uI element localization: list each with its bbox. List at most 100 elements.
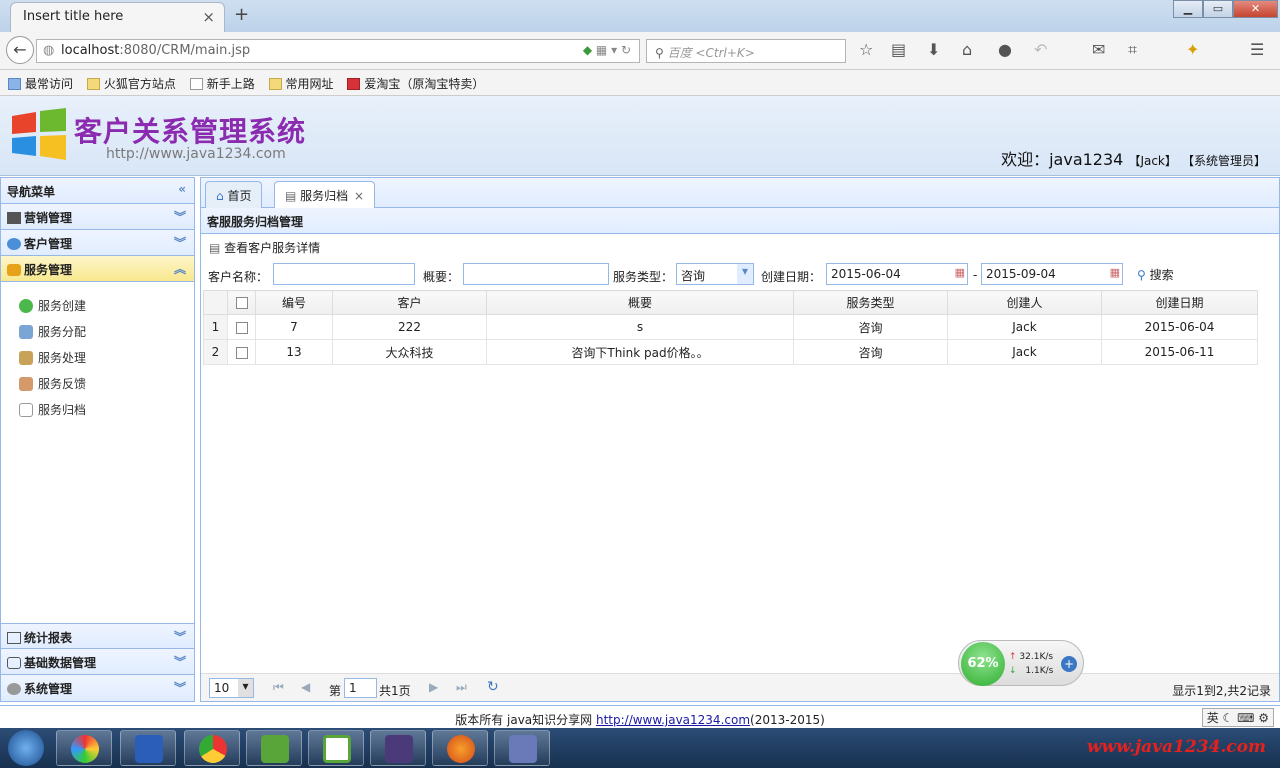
row-checkbox[interactable] <box>235 346 248 359</box>
last-page-icon[interactable]: ⏭ <box>456 680 467 695</box>
col-summary[interactable]: 概要 <box>486 290 794 315</box>
home-icon[interactable]: ⌂ <box>962 40 972 59</box>
download-icon[interactable]: ⬇ <box>927 40 940 59</box>
row-checkbox[interactable] <box>235 321 248 334</box>
sidebar-item-service-assign[interactable]: 服务分配 <box>1 318 194 344</box>
col-creator[interactable]: 创建人 <box>947 290 1102 315</box>
table-row[interactable]: 2 13 大众科技 咨询下Think pad价格。。 咨询 Jack 2015-… <box>203 339 1258 365</box>
camtasia-icon <box>323 735 351 763</box>
star-icon[interactable]: ☆ <box>859 40 873 59</box>
col-id[interactable]: 编号 <box>255 290 333 315</box>
upload-arrow-icon: ↑ <box>1009 652 1017 662</box>
search-button[interactable]: ⚲ 搜索 <box>1137 266 1174 283</box>
taskbar-app-other[interactable] <box>494 730 550 766</box>
plus-icon[interactable]: + <box>1061 656 1077 672</box>
sidebar-group-marketing[interactable]: 营销管理 ︾ <box>1 204 194 230</box>
window-close-button[interactable]: ✕ <box>1233 0 1278 18</box>
sidebar-group-basic-data[interactable]: 基础数据管理 ︾ <box>1 649 194 675</box>
summary-label: 概要： <box>423 270 460 284</box>
refresh-icon[interactable]: ↻ <box>487 679 499 695</box>
archive-icon: ▤ <box>285 189 297 203</box>
prev-page-icon[interactable]: ◀ <box>301 680 310 694</box>
pagination-bar: 10 ▾ ⏮ ◀ 第 1 共1页 ▶ ⏭ ↻ 显示1到2,共2记录 <box>201 673 1279 701</box>
app-url: http://www.java1234.com <box>106 146 286 162</box>
back-arrow-icon[interactable]: ← <box>6 36 34 64</box>
taskbar-app-chrome[interactable] <box>184 730 240 766</box>
taskbar-app-camtasia-2[interactable] <box>308 730 364 766</box>
summary-input[interactable] <box>463 263 609 285</box>
bookmark-taobao[interactable]: 爱淘宝（原淘宝特卖） <box>347 75 484 92</box>
app-title: 客户关系管理系统 <box>74 115 307 148</box>
sidebar-item-service-create[interactable]: 服务创建 <box>1 292 194 318</box>
bookmark-most-visited[interactable]: 最常访问 <box>8 75 73 92</box>
bookmark-common[interactable]: 常用网址 <box>268 75 334 92</box>
service-type-label: 服务类型： <box>613 270 674 284</box>
chevron-down-icon: ▾ <box>737 264 753 284</box>
maximize-button[interactable]: ▭ <box>1203 0 1233 18</box>
search-input[interactable]: ⚲ 百度 <Ctrl+K> <box>646 39 846 63</box>
sidebar-item-service-handle[interactable]: 服务处理 <box>1 344 194 370</box>
col-date[interactable]: 创建日期 <box>1101 290 1258 315</box>
browser-tab[interactable]: Insert title here × <box>10 2 225 32</box>
chevron-down-icon: ︾ <box>173 236 186 250</box>
customer-name-input[interactable] <box>273 263 415 285</box>
calendar-icon[interactable]: ▦ <box>1110 266 1120 279</box>
sidebar-group-reports[interactable]: 统计报表 ︾ <box>1 623 194 649</box>
row-select[interactable] <box>227 314 256 340</box>
sidebar-group-service[interactable]: 服务管理 ︽ <box>1 256 194 282</box>
select-all-checkbox[interactable] <box>235 297 248 309</box>
sidebar-item-service-feedback[interactable]: 服务反馈 <box>1 370 194 396</box>
next-page-icon[interactable]: ▶ <box>429 680 438 694</box>
word-icon <box>135 735 163 763</box>
col-customer[interactable]: 客户 <box>332 290 487 315</box>
close-icon[interactable]: × <box>354 189 364 203</box>
service-type-select[interactable]: 咨询 ▾ <box>676 263 754 285</box>
tab-home[interactable]: ⌂ 首页 <box>205 181 263 208</box>
ime-toolbar[interactable]: 英 ☾ ⌨ ⚙ <box>1201 708 1274 727</box>
cell-id: 7 <box>255 314 333 340</box>
first-page-icon[interactable]: ⏮ <box>273 680 284 695</box>
sidebar-item-service-archive[interactable]: 服务归档 <box>1 396 194 422</box>
footer-link[interactable]: http://www.java1234.com <box>596 713 750 727</box>
view-detail-button[interactable]: ▤ 查看客户服务详情 <box>209 239 320 256</box>
bookmark-firefox[interactable]: 火狐官方站点 <box>86 75 176 92</box>
net-speed: ↑ 32.1K/s ↓ 1.1K/s <box>1009 652 1054 676</box>
page-number-input[interactable]: 1 <box>344 678 377 698</box>
date-from-input[interactable]: 2015-06-04 ▦ <box>826 263 968 285</box>
sidebar-group-customer[interactable]: 客户管理 ︾ <box>1 230 194 256</box>
crop-icon[interactable]: ⌗ <box>1128 40 1137 60</box>
close-tab-icon[interactable]: × <box>202 8 215 26</box>
reading-list-icon[interactable]: ▤ <box>891 40 906 59</box>
undo-icon[interactable]: ↶ <box>1034 40 1047 59</box>
new-tab-button[interactable]: + <box>234 4 249 25</box>
shield-icon: ◆ <box>582 43 593 57</box>
col-type[interactable]: 服务类型 <box>793 290 948 315</box>
addon-icon[interactable]: ✦ <box>1186 40 1199 59</box>
table-header-row: 编号 客户 概要 服务类型 创建人 创建日期 <box>203 290 1258 315</box>
taskbar-app-camtasia[interactable] <box>246 730 302 766</box>
url-bar[interactable]: ◍ localhost:8080/CRM/main.jsp ◆ ▦ ▾ ↻ <box>36 39 640 63</box>
calendar-icon[interactable]: ▦ <box>955 266 965 279</box>
menu-icon[interactable]: ☰ <box>1250 40 1264 59</box>
network-speed-widget[interactable]: 62% ↑ 32.1K/s ↓ 1.1K/s + <box>958 640 1084 686</box>
taskbar-app-word[interactable] <box>120 730 176 766</box>
chat-icon[interactable]: ● <box>998 40 1012 59</box>
row-select[interactable] <box>227 339 256 365</box>
comment-icon[interactable]: ✉ <box>1092 40 1105 59</box>
url-actions[interactable]: ◆ ▦ ▾ ↻ <box>583 43 631 57</box>
collapse-left-icon[interactable]: « <box>178 182 186 196</box>
taskbar-app-eclipse[interactable] <box>370 730 426 766</box>
tab-service-archive[interactable]: ▤ 服务归档 × <box>274 181 376 209</box>
table-row[interactable]: 1 7 222 s 咨询 Jack 2015-06-04 <box>203 314 1258 340</box>
start-button[interactable] <box>8 730 44 766</box>
taskbar-app-picasa[interactable] <box>56 730 112 766</box>
minimize-button[interactable]: ▁ <box>1173 0 1203 18</box>
picasa-icon <box>71 735 99 763</box>
date-to-input[interactable]: 2015-09-04 ▦ <box>981 263 1123 285</box>
sidebar-group-system[interactable]: 系统管理 ︾ <box>1 675 194 701</box>
page-size-select[interactable]: 10 ▾ <box>209 678 254 698</box>
select-all-header[interactable] <box>227 290 256 315</box>
bookmark-getting-started[interactable]: 新手上路 <box>189 75 255 92</box>
globe-icon: ◍ <box>43 43 55 58</box>
taskbar-app-firefox[interactable] <box>432 730 488 766</box>
